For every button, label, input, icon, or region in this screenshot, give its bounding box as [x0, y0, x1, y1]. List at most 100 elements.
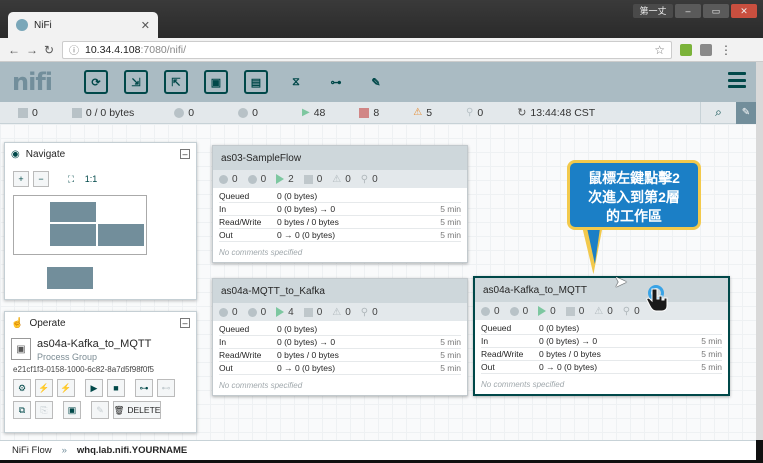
detail-value: 0 (0 bytes) → 0: [277, 204, 336, 214]
detail-row: Read/Write 0 bytes / 0 bytes 5 min: [219, 349, 461, 362]
browser-menu-icon[interactable]: ⋮: [720, 43, 732, 57]
tab-close-icon[interactable]: ✕: [141, 19, 150, 32]
info-icon[interactable]: ⓘ: [69, 42, 79, 57]
stat-count: 0: [372, 306, 378, 318]
process-group-comments: No comments specified: [219, 381, 303, 390]
delete-button[interactable]: 🗑 DELETE: [113, 401, 161, 419]
bookmark-star-icon[interactable]: ☆: [654, 43, 665, 57]
compass-icon: ◉: [11, 148, 20, 160]
breadcrumb-root[interactable]: NiFi Flow: [12, 445, 52, 456]
process-group-stats: 0 0 4 0 ⚠ 0 ⚲ 0: [213, 303, 467, 321]
not-transmitting-icon: [238, 107, 249, 118]
process-group-stats: 0 0 0 0 ⚠ 0 ⚲ 0: [475, 302, 728, 320]
remote-process-group-icon[interactable]: ▤: [244, 70, 268, 94]
detail-value: 0 (0 bytes): [277, 191, 318, 201]
detail-label: Out: [219, 230, 233, 240]
detail-label: Out: [219, 363, 233, 373]
extension-icon[interactable]: [700, 43, 712, 56]
stopped-status: 8: [359, 107, 379, 119]
configure-gear-icon[interactable]: ⚙: [13, 379, 31, 397]
threads-icon: [18, 107, 28, 118]
process-group[interactable]: as04a-Kafka_to_MQTT 0 0 0 0 ⚠ 0 ⚲ 0 Queued 0 (0 by…: [473, 276, 730, 396]
refresh-icon[interactable]: ↻: [517, 106, 526, 119]
funnel-icon[interactable]: ⧖: [284, 70, 308, 94]
minimize-icon[interactable]: –: [675, 4, 701, 18]
close-window-icon[interactable]: ✕: [731, 4, 757, 18]
birdseye-group: [50, 224, 96, 246]
transmitting-icon: [219, 307, 228, 317]
disabled-icon: ⚲: [360, 306, 369, 318]
enable-icon[interactable]: ⚡: [35, 379, 53, 397]
window-user-badge[interactable]: 第一丈: [633, 4, 673, 18]
processor-component-icon[interactable]: ⟳: [84, 70, 108, 94]
reload-icon[interactable]: ↻: [44, 43, 54, 57]
search-icon[interactable]: ⌕: [700, 101, 736, 124]
warning-icon: ⚠: [413, 107, 423, 118]
process-group[interactable]: as04a-MQTT_to_Kafka 0 0 4 0 ⚠ 0 ⚲ 0 Queued 0 (0 by…: [212, 278, 468, 396]
process-group-details: Queued 0 (0 bytes) In 0 (0 bytes) → 05 min R…: [213, 188, 467, 242]
zoom-out-icon[interactable]: −: [33, 171, 49, 187]
stat-count: 0: [260, 173, 267, 185]
stat-count: 0: [260, 306, 267, 318]
detail-row: In 0 (0 bytes) → 0 5 min: [481, 335, 722, 348]
warning-icon: ⚠: [332, 173, 342, 185]
not-transmitting-icon: [247, 174, 257, 184]
active-threads-status: 0: [18, 107, 38, 119]
stat-count: 0: [232, 306, 238, 318]
output-port-icon[interactable]: ⇱: [164, 70, 188, 94]
paste-icon[interactable]: ⎘: [35, 401, 53, 419]
zoom-in-icon[interactable]: +: [13, 171, 29, 187]
stopped-icon: [359, 107, 370, 118]
stopped-icon: [565, 306, 575, 316]
running-icon: [276, 307, 285, 317]
change-color-icon[interactable]: ✎: [91, 401, 109, 419]
detail-label: In: [481, 336, 489, 346]
start-icon[interactable]: ▶: [85, 379, 103, 397]
copy-icon[interactable]: ⧉: [13, 401, 31, 419]
maximize-icon[interactable]: ▭: [703, 4, 729, 18]
bulletin-board-icon[interactable]: ✎: [736, 101, 756, 124]
not-transmitting-status: 0: [238, 107, 258, 119]
process-group-comments: No comments specified: [219, 248, 303, 257]
disable-icon[interactable]: ⚡: [57, 379, 75, 397]
operate-header: ☝ Operate –: [5, 312, 196, 334]
input-port-icon[interactable]: ⇲: [124, 70, 148, 94]
birdseye-view[interactable]: [13, 195, 147, 255]
collapse-icon[interactable]: –: [180, 149, 190, 159]
detail-row: Queued 0 (0 bytes): [219, 323, 461, 336]
template-icon[interactable]: ⊶: [324, 70, 348, 94]
fit-icon[interactable]: ⛶: [63, 171, 79, 187]
forward-icon[interactable]: →: [26, 43, 38, 57]
global-menu-icon[interactable]: [728, 72, 746, 88]
url-field[interactable]: ⓘ 10.34.4.108 :7080/nifi/ ☆: [62, 40, 672, 59]
detail-label: Queued: [219, 324, 250, 334]
birdseye-group: [50, 202, 96, 222]
running-icon: [538, 306, 547, 316]
detail-window: 5 min: [440, 217, 461, 227]
stop-icon[interactable]: ■: [107, 379, 125, 397]
collapse-icon[interactable]: –: [180, 318, 190, 328]
group-icon[interactable]: ▣: [63, 401, 81, 419]
stat-count: 0: [232, 173, 238, 185]
birdseye-group: [47, 267, 93, 289]
browser-tab[interactable]: NiFi ✕: [8, 12, 158, 38]
process-group[interactable]: as03-SampleFlow 0 0 2 0 ⚠ 0 ⚲ 0 Queued 0 (0 bytes)…: [212, 145, 468, 263]
upload-template-icon[interactable]: ⊷: [157, 379, 175, 397]
warning-icon: ⚠: [594, 305, 604, 317]
instruction-callout: 鼠標左鍵點擊2 次進入到第2層 的工作區: [567, 160, 701, 230]
back-icon[interactable]: ←: [8, 43, 20, 57]
detail-value: 0 bytes / 0 bytes: [277, 217, 339, 227]
label-icon[interactable]: ✎: [364, 70, 388, 94]
queue-icon: [71, 107, 82, 118]
navigate-tools: + − ⛶ 1:1: [5, 165, 196, 193]
extension-icon[interactable]: [680, 43, 692, 56]
detail-row: Read/Write 0 bytes / 0 bytes 5 min: [219, 216, 461, 229]
stat-count: 0: [345, 173, 351, 185]
transmitting-icon: [481, 306, 490, 316]
detail-value: 0 → 0 (0 bytes): [539, 362, 598, 372]
actual-size-icon[interactable]: 1:1: [83, 171, 99, 187]
detail-row: Out 0 → 0 (0 bytes) 5 min: [219, 229, 461, 242]
create-template-icon[interactable]: ⊶: [135, 379, 153, 397]
page-scrollbar[interactable]: [756, 62, 763, 440]
process-group-icon[interactable]: ▣: [204, 70, 228, 94]
